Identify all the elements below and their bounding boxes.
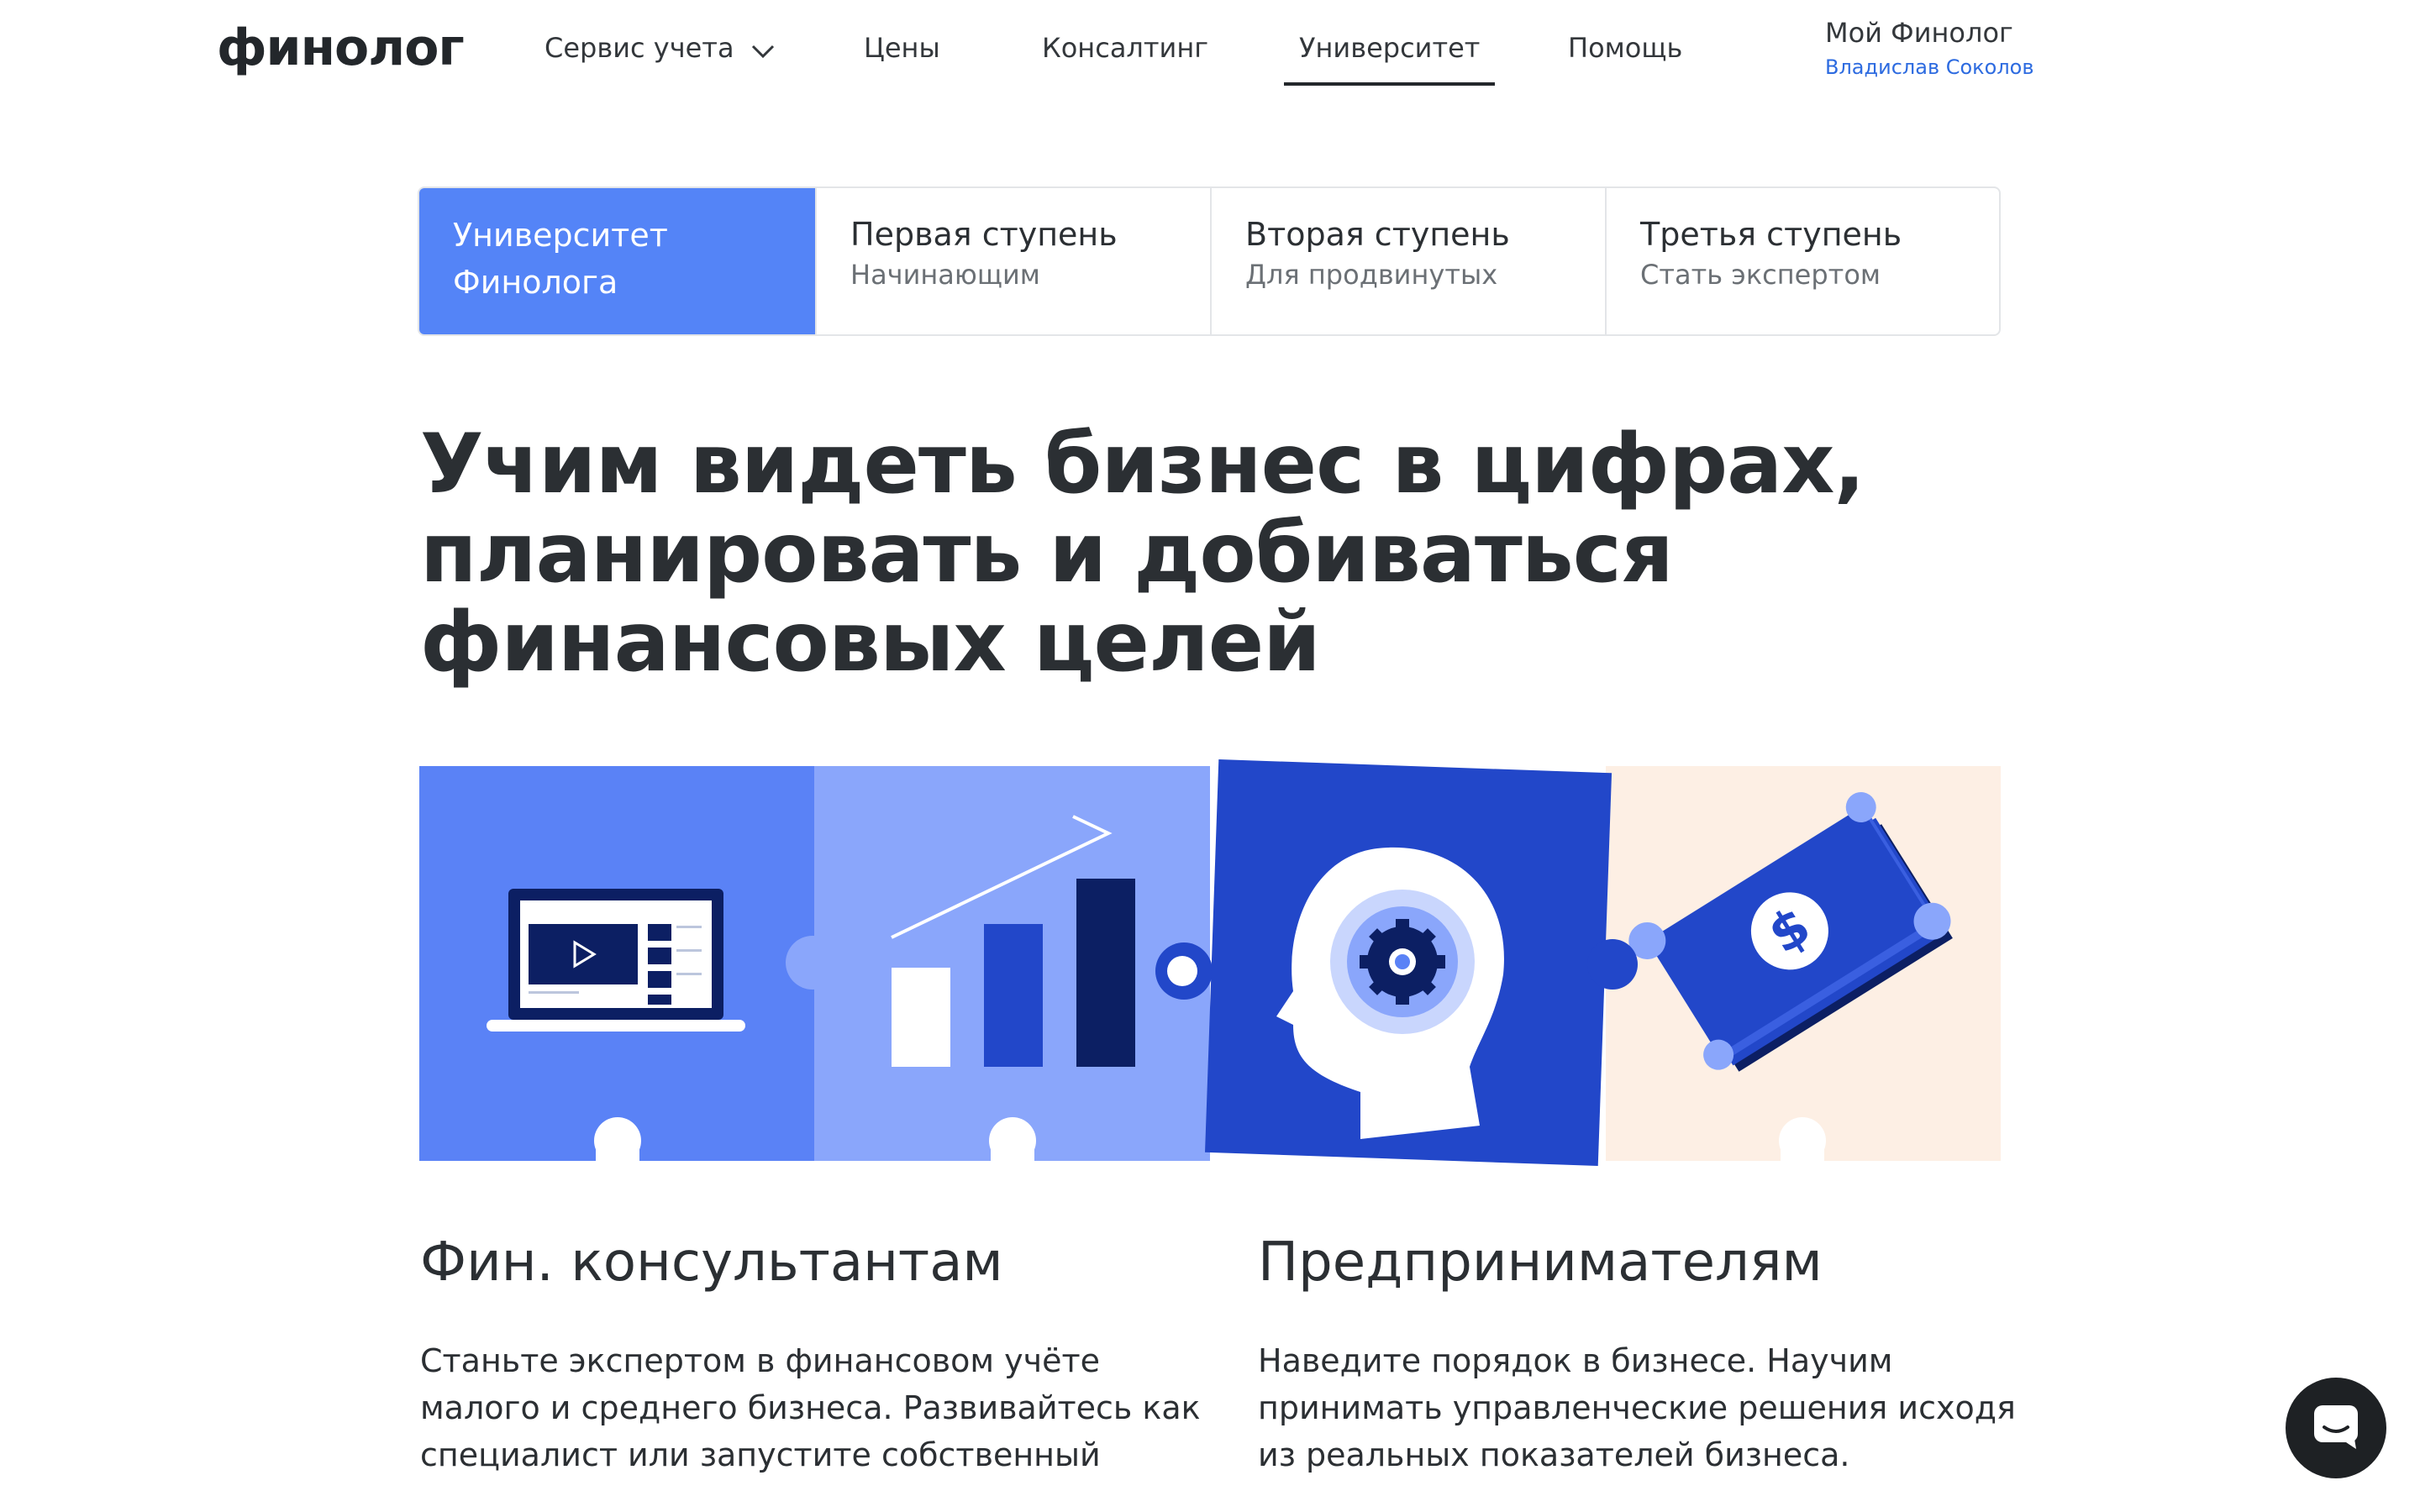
laptop-video-icon xyxy=(419,766,839,1174)
tab-first-step[interactable]: Первая ступень Начинающим xyxy=(817,188,1212,334)
nav-item-prices[interactable]: Цены xyxy=(864,32,940,64)
headline-line: финансовых целей xyxy=(420,595,1321,690)
nav-item-university[interactable]: Университет xyxy=(1283,32,1496,86)
chevron-down-icon xyxy=(751,34,775,66)
description-line: специалист или запустите собственный xyxy=(420,1436,1101,1473)
audience-title[interactable]: Фин. консультантам xyxy=(420,1231,1176,1294)
account-user-name[interactable]: Владислав Соколов xyxy=(1825,55,2034,79)
chat-button[interactable] xyxy=(2286,1378,2386,1478)
tab-university[interactable]: Университет Финолога xyxy=(419,188,817,334)
audience-description: Наведите порядок в бизнесе. Научим прини… xyxy=(1258,1337,2016,1478)
finolog-logo[interactable]: финолог xyxy=(217,18,465,77)
audience-consultants: Фин. консультантам Станьте экспертом в ф… xyxy=(420,1231,1201,1478)
tab-title: Первая ступень xyxy=(850,216,1118,253)
tab-third-step[interactable]: Третья ступень Стать экспертом xyxy=(1607,188,1999,334)
top-navbar: финолог Сервис учета Цены Консалтинг Уни… xyxy=(0,0,2420,101)
audience-description: Станьте экспертом в финансовом учёте мал… xyxy=(420,1337,1201,1478)
tab-title: Третья ступень xyxy=(1640,216,1902,253)
account-title: Мой Финолог xyxy=(1825,17,2013,49)
description-line: Наведите порядок в бизнесе. Научим xyxy=(1258,1342,1893,1379)
chat-icon xyxy=(2312,1404,2360,1452)
description-line: Станьте экспертом в финансовом учёте xyxy=(420,1342,1100,1379)
head-gear-icon xyxy=(1155,759,1638,1167)
nav-item-service[interactable]: Сервис учета xyxy=(544,32,775,66)
headline-line: планировать и добиваться xyxy=(420,506,1674,601)
nav-item-label: Сервис учета xyxy=(544,32,734,64)
tab-second-step[interactable]: Вторая ступень Для продвинутых xyxy=(1212,188,1607,334)
growth-chart-icon xyxy=(814,766,1210,1174)
money-bills-icon: $ xyxy=(1606,766,2001,1174)
tab-subtitle: Начинающим xyxy=(850,259,1040,291)
description-line: малого и среднего бизнеса. Развивайтесь … xyxy=(420,1389,1201,1426)
puzzle-illustration: $ xyxy=(419,739,2001,1176)
description-line: из реальных показателей бизнеса. xyxy=(1258,1436,1850,1473)
account-menu[interactable]: Мой Финолог Владислав Соколов xyxy=(1825,17,2034,79)
audience-title[interactable]: Предпринимателям xyxy=(1258,1231,2014,1294)
headline-line: Учим видеть бизнес в цифрах, xyxy=(420,417,1865,512)
description-line: принимать управленческие решения исходя xyxy=(1258,1389,2016,1426)
university-tabs: Университет Финолога Первая ступень Начи… xyxy=(418,186,2001,336)
audience-entrepreneurs: Предпринимателям Наведите порядок в бизн… xyxy=(1258,1231,2016,1478)
tab-subtitle: Стать экспертом xyxy=(1640,259,1881,291)
page-headline: Учим видеть бизнес в цифрах, планировать… xyxy=(420,417,1865,690)
tab-title: Вторая ступень xyxy=(1245,216,1510,253)
nav-item-help[interactable]: Помощь xyxy=(1568,32,1682,64)
tab-title: Финолога xyxy=(453,264,618,301)
tab-subtitle: Для продвинутых xyxy=(1245,259,1498,291)
nav-item-consulting[interactable]: Консалтинг xyxy=(1042,32,1208,64)
tab-title: Университет xyxy=(453,217,668,254)
